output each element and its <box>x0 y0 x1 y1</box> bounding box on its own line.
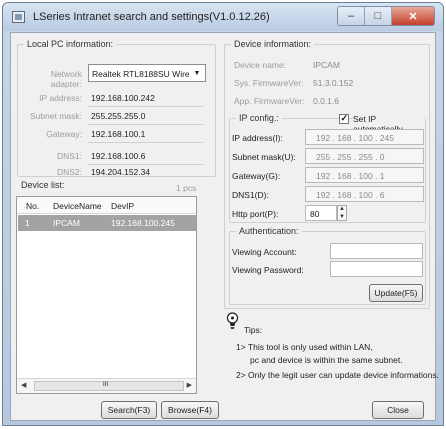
sys-firmware-label: Sys. FirmwareVer: <box>234 78 304 88</box>
viewing-password-label: Viewing Password: <box>232 265 304 275</box>
device-info-group: Device information: Device name: IPCAM S… <box>224 39 430 309</box>
subnet-label: Subnet mask(U): <box>232 152 296 162</box>
local-dns1-label: DNS1: <box>56 151 82 161</box>
local-pc-legend: Local PC information: <box>24 39 117 49</box>
close-button[interactable]: Close <box>372 401 424 419</box>
viewing-account-field[interactable] <box>330 243 423 259</box>
local-subnet-label: Subnet mask: <box>30 111 82 121</box>
app-firmware-label: App. FirmwareVer: <box>234 96 305 106</box>
application-window: LSeries Intranet search and settings(V1.… <box>2 2 444 426</box>
device-count: 1 pcs <box>176 183 197 193</box>
row-device-name: IPCAM <box>53 218 80 228</box>
gateway-label: Gateway(G): <box>232 171 281 181</box>
tip-line-3: 2> Only the legit user can update device… <box>236 370 439 380</box>
tip-line-2: pc and device is within the same subnet. <box>250 355 403 365</box>
http-port-field[interactable]: 80 <box>305 205 337 221</box>
network-adapter-value: Realtek RTL8188SU Wirele <box>92 69 189 79</box>
device-list-legend: Device list: <box>18 180 68 190</box>
viewing-password-field[interactable] <box>330 261 423 277</box>
col-dev-ip[interactable]: DevIP <box>111 201 134 211</box>
minimize-button[interactable]: – <box>338 7 365 25</box>
device-table: No. DeviceName DevIP 1 IPCAM 192.168.100… <box>16 196 197 394</box>
gateway-value: 192 . 168 . 100 . 1 <box>316 171 385 181</box>
window-title: LSeries Intranet search and settings(V1.… <box>33 11 270 23</box>
device-name-value: IPCAM <box>313 60 340 70</box>
row-no: 1 <box>25 218 30 228</box>
dns1-field[interactable]: 192 . 168 . 100 . 6 <box>305 186 424 202</box>
network-adapter-select[interactable]: Realtek RTL8188SU Wirele ▼ <box>88 64 206 82</box>
viewing-account-label: Viewing Account: <box>232 247 297 257</box>
ip-config-group: IP config.: Set IP automatically IP addr… <box>229 113 426 223</box>
gateway-field[interactable]: 192 . 168 . 100 . 1 <box>305 167 424 183</box>
local-pc-group: Local PC information: Network adapter: R… <box>17 39 216 177</box>
dns1-label: DNS1(D): <box>232 190 269 200</box>
device-name-label: Device name: <box>234 60 286 70</box>
local-dns2-label: DNS2: <box>56 167 82 177</box>
ip-address-field[interactable]: 192 . 168 . 100 . 245 <box>305 129 424 145</box>
col-no[interactable]: No. <box>26 201 39 211</box>
local-ip-label: IP address: <box>39 93 82 103</box>
separator <box>88 106 203 107</box>
ip-config-legend: IP config.: <box>236 113 282 123</box>
col-device-name[interactable]: DeviceName <box>53 201 102 211</box>
ip-address-label: IP address(I): <box>232 133 283 143</box>
horizontal-scrollbar[interactable]: ◀ III ▶ <box>17 378 196 393</box>
browse-button[interactable]: Browse(F4) <box>161 401 219 419</box>
scroll-thumb[interactable]: III <box>34 381 184 391</box>
http-port-value: 80 <box>310 209 320 219</box>
app-firmware-value: 0.0.1.6 <box>313 96 339 106</box>
http-port-spinner[interactable] <box>337 205 347 221</box>
ip-address-value: 192 . 168 . 100 . 245 <box>316 133 394 143</box>
authentication-legend: Authentication: <box>236 226 302 236</box>
local-gateway-label: Gateway: <box>46 129 82 139</box>
tips-title: Tips: <box>244 325 263 335</box>
maximize-button[interactable]: □ <box>365 7 392 25</box>
scroll-left-icon[interactable]: ◀ <box>21 381 26 389</box>
local-subnet-value: 255.255.255.0 <box>91 111 146 121</box>
tip-line-1: 1> This tool is only used within LAN, <box>236 342 373 352</box>
separator <box>88 164 203 165</box>
search-button[interactable]: Search(F3) <box>101 401 157 419</box>
local-ip-value: 192.168.100.242 <box>91 93 155 103</box>
device-table-header: No. DeviceName DevIP <box>17 197 196 214</box>
subnet-field[interactable]: 255 . 255 . 255 . 0 <box>305 148 424 164</box>
lightbulb-icon <box>226 312 239 332</box>
separator <box>88 142 203 143</box>
window-controls: – □ ✕ <box>337 6 435 26</box>
title-bar[interactable]: LSeries Intranet search and settings(V1.… <box>3 3 443 31</box>
scroll-right-icon[interactable]: ▶ <box>187 381 192 389</box>
row-dev-ip: 192.168.100.245 <box>111 218 175 228</box>
local-dns1-value: 192.168.100.6 <box>91 151 146 161</box>
separator <box>88 124 203 125</box>
scroll-grip: III <box>103 382 109 388</box>
set-ip-auto-checkbox[interactable] <box>339 113 349 124</box>
network-adapter-label: Network adapter: <box>50 69 82 89</box>
dialog-client-area: Local PC information: Network adapter: R… <box>10 32 439 421</box>
sys-firmware-value: 51.3.0.152 <box>313 78 354 88</box>
subnet-value: 255 . 255 . 255 . 0 <box>316 152 385 162</box>
local-dns2-value: 194.204.152.34 <box>91 167 151 177</box>
http-port-label: Http port(P): <box>232 209 279 219</box>
chevron-down-icon[interactable]: ▼ <box>191 67 203 79</box>
local-gateway-value: 192.168.100.1 <box>91 129 146 139</box>
app-icon <box>12 11 25 23</box>
dns1-value: 192 . 168 . 100 . 6 <box>316 190 385 200</box>
authentication-group: Authentication: Viewing Account: Viewing… <box>229 226 426 305</box>
table-row[interactable]: 1 IPCAM 192.168.100.245 <box>18 215 196 231</box>
close-window-button[interactable]: ✕ <box>392 7 434 25</box>
device-info-legend: Device information: <box>231 39 315 49</box>
update-button[interactable]: Update(F5) <box>369 284 423 302</box>
